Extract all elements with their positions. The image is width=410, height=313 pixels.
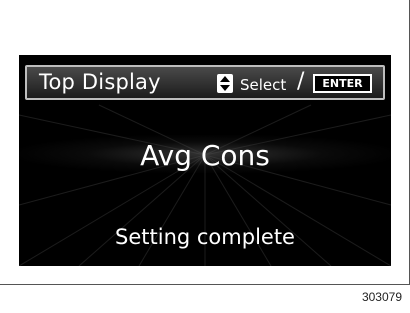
header-bar: Top Display Select / ENTER (25, 65, 385, 100)
header-title: Top Display (39, 70, 161, 94)
status-message: Setting complete (115, 225, 295, 249)
display-screen: Top Display Select / ENTER Avg Cons Sett… (19, 55, 391, 266)
up-down-arrows-icon[interactable] (217, 74, 233, 93)
select-label: Select (240, 76, 287, 94)
figure-id: 303079 (361, 290, 402, 304)
enter-button[interactable]: ENTER (313, 74, 372, 93)
selected-item-label[interactable]: Avg Cons (19, 139, 391, 172)
separator-slash: / (297, 69, 305, 94)
